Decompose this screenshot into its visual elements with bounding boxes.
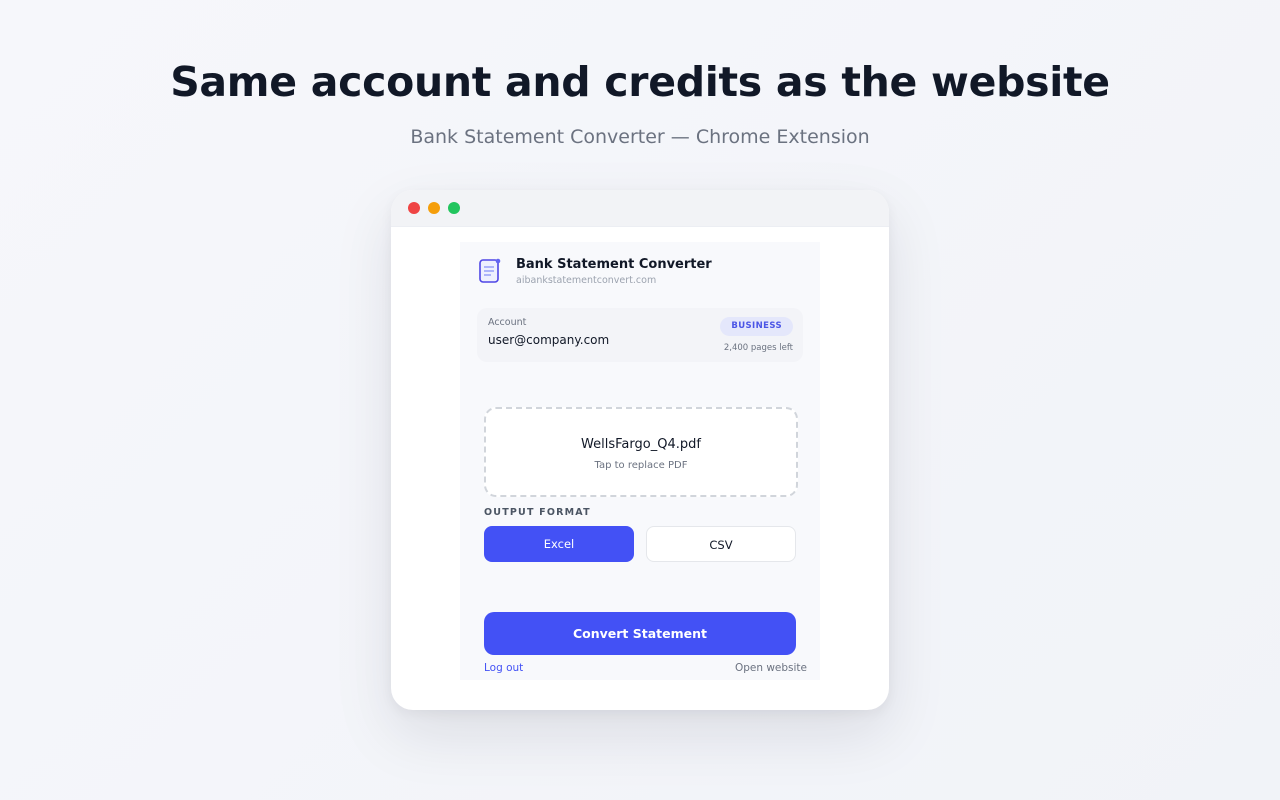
account-email: user@company.com [488,333,610,347]
page-subheadline: Bank Statement Converter — Chrome Extens… [410,126,870,148]
format-excel-button[interactable]: Excel [484,526,634,562]
account-label: Account [488,317,527,328]
minimize-window-dot[interactable] [428,202,440,214]
pages-left-count: 2,400 pages left [723,343,793,353]
extension-popup: Bank Statement Converter aibankstatement… [460,242,820,680]
document-icon [478,257,502,285]
open-website-link[interactable]: Open website [735,662,807,674]
brand-title: Bank Statement Converter [516,257,712,272]
logout-link[interactable]: Log out [484,662,523,674]
page-headline: Same account and credits as the website [170,58,1110,106]
maximize-window-dot[interactable] [448,202,460,214]
close-window-dot[interactable] [408,202,420,214]
convert-statement-button[interactable]: Convert Statement [484,612,796,655]
output-format-label: OUTPUT FORMAT [484,507,591,518]
account-card: Account user@company.com BUSINESS 2,400 … [477,308,803,362]
replace-pdf-hint: Tap to replace PDF [594,460,688,471]
format-csv-button[interactable]: CSV [646,526,796,562]
pdf-dropzone[interactable]: WellsFargo_Q4.pdf Tap to replace PDF [484,407,798,497]
plan-badge: BUSINESS [720,317,793,336]
uploaded-filename: WellsFargo_Q4.pdf [581,437,701,452]
browser-window: Bank Statement Converter aibankstatement… [391,190,889,710]
brand-domain: aibankstatementconvert.com [516,275,657,286]
window-titlebar [391,190,889,227]
